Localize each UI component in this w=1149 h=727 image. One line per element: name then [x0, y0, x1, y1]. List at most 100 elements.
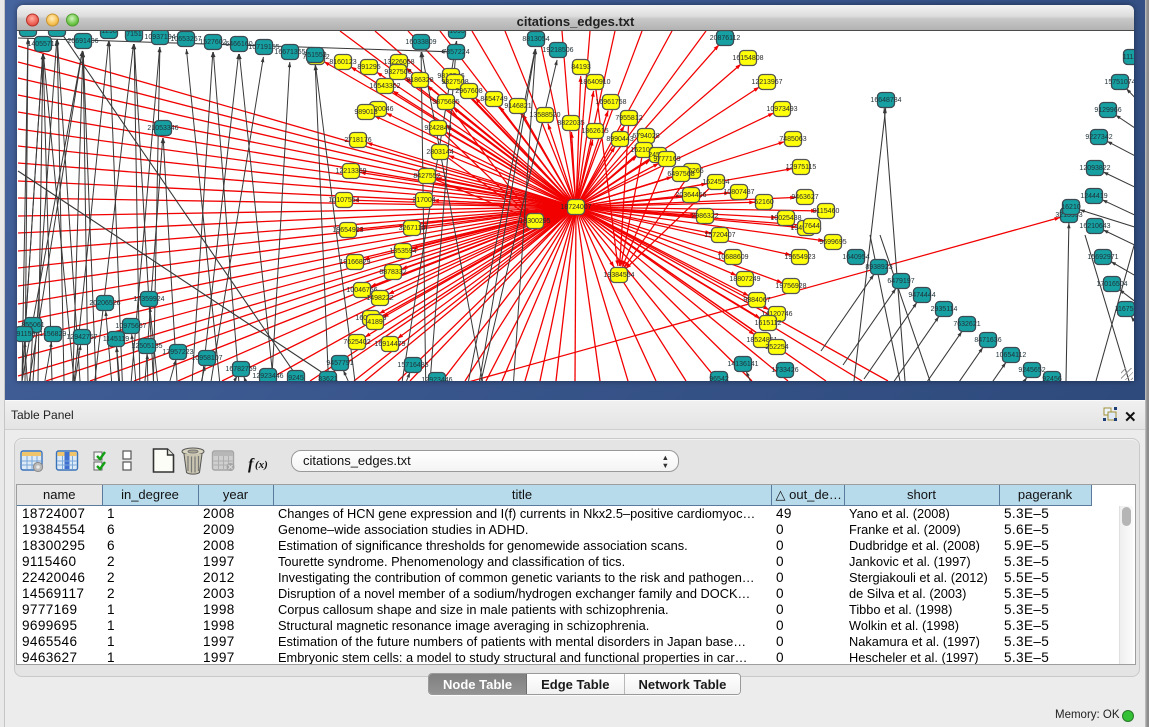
svg-text:8990443: 8990443: [606, 136, 633, 143]
svg-text:9227342: 9227342: [1085, 134, 1112, 141]
svg-text:20206526: 20206526: [89, 300, 120, 307]
svg-text:16543362: 16543362: [369, 83, 400, 90]
svg-text:7485063: 7485063: [779, 136, 806, 143]
svg-text:16961758: 16961758: [595, 99, 626, 106]
svg-text:1527602: 1527602: [199, 39, 226, 46]
svg-text:12975115: 12975115: [786, 164, 817, 171]
svg-text:9245: 9245: [288, 375, 304, 381]
svg-text:8427552: 8427552: [413, 173, 440, 180]
svg-text:1093: 1093: [449, 31, 465, 35]
svg-text:12093822: 12093822: [1079, 165, 1110, 172]
svg-text:62160: 62160: [754, 199, 774, 206]
svg-text:10958107: 10958107: [191, 355, 222, 362]
svg-text:6794028: 6794028: [632, 133, 659, 140]
svg-text:1498222: 1498222: [366, 295, 393, 302]
svg-text:8822035: 8822035: [557, 120, 584, 127]
svg-text:20364456: 20364456: [675, 192, 706, 199]
svg-text:2967608: 2967608: [455, 88, 482, 95]
svg-text:12942757: 12942757: [66, 334, 97, 341]
svg-text:2935114: 2935114: [931, 306, 958, 313]
svg-text:19218506: 19218506: [542, 47, 573, 54]
svg-text:9115460: 9115460: [813, 208, 840, 215]
svg-text:391159: 391159: [17, 331, 36, 338]
svg-text:20876112: 20876112: [710, 35, 741, 42]
svg-text:7644: 7644: [804, 223, 820, 230]
svg-text:9463627: 9463627: [791, 194, 818, 201]
svg-text:6497568: 6497568: [667, 171, 694, 178]
svg-text:18640910: 18640910: [579, 79, 610, 86]
svg-text:12213967: 12213967: [751, 79, 782, 86]
svg-text:1624554: 1624554: [702, 179, 729, 186]
svg-text:9146821: 9146821: [504, 103, 531, 110]
svg-text:17957223: 17957223: [162, 349, 193, 356]
svg-text:16648784: 16648784: [870, 97, 901, 104]
svg-text:19384554: 19384554: [603, 272, 634, 279]
svg-text:1244419: 1244419: [1080, 193, 1107, 200]
svg-text:7151: 7151: [126, 31, 142, 38]
svg-text:19756928: 19756928: [775, 283, 806, 290]
svg-text:f: f: [248, 456, 255, 473]
svg-text:96542: 96542: [709, 376, 729, 381]
svg-text:891295: 891295: [357, 64, 380, 71]
svg-text:18807249: 18807249: [729, 276, 760, 283]
svg-text:17359924: 17359924: [133, 296, 164, 303]
svg-text:7632621: 7632621: [953, 321, 980, 328]
svg-text:18724007: 18724007: [560, 204, 591, 211]
svg-text:217004: 217004: [412, 197, 435, 204]
svg-text:1353594: 1353594: [389, 248, 416, 255]
svg-text:17016504: 17016504: [1096, 281, 1127, 288]
svg-text:2718176: 2718176: [344, 137, 371, 144]
svg-text:10654112: 10654112: [996, 352, 1027, 359]
svg-text:1362615: 1362615: [581, 128, 608, 135]
svg-text:16914479: 16914479: [374, 341, 405, 348]
svg-text:12923446: 12923446: [252, 373, 283, 380]
svg-text:14055712: 14055712: [27, 41, 58, 48]
svg-text:20691406: 20691406: [67, 38, 98, 45]
svg-text:10653267: 10653267: [170, 36, 201, 43]
svg-text:1258: 1258: [49, 31, 65, 33]
svg-text:3875685: 3875685: [432, 99, 459, 106]
svg-text:8471636: 8471636: [974, 337, 1001, 344]
svg-text:83621: 83621: [318, 376, 338, 381]
svg-text:9457791: 9457791: [326, 360, 353, 367]
svg-text:92456: 92456: [1042, 376, 1062, 381]
svg-text:7625402: 7625402: [343, 339, 370, 346]
svg-text:9245652: 9245652: [1018, 367, 1045, 374]
svg-text:1640954: 1640954: [842, 254, 869, 261]
svg-text:16033809: 16033809: [405, 39, 436, 46]
svg-text:8160123: 8160123: [329, 59, 356, 66]
svg-text:84193: 84193: [571, 64, 591, 71]
svg-text:10975667: 10975667: [115, 323, 146, 330]
svg-text:1156829: 1156829: [40, 331, 67, 338]
svg-text:15716485: 15716485: [397, 362, 428, 369]
svg-text:21053346: 21053346: [147, 125, 178, 132]
svg-text:1733426: 1733426: [771, 367, 798, 374]
svg-text:10025438: 10025438: [770, 215, 801, 222]
svg-text:1860477: 1860477: [17, 31, 42, 33]
svg-text:12505135: 12505135: [131, 343, 162, 350]
svg-text:16782759: 16782759: [225, 366, 256, 373]
svg-text:16154808: 16154808: [732, 55, 763, 62]
svg-text:12923446: 12923446: [421, 377, 452, 381]
svg-text:9884067: 9884067: [743, 297, 770, 304]
svg-text:1145119: 1145119: [103, 336, 129, 343]
svg-text:7357224: 7357224: [442, 49, 469, 56]
svg-text:8813054: 8813054: [522, 36, 549, 43]
svg-text:19654923: 19654923: [332, 227, 363, 234]
svg-text:(x): (x): [255, 459, 268, 471]
svg-text:1615112: 1615112: [755, 320, 782, 327]
svg-text:4189: 4189: [367, 319, 383, 326]
svg-text:8938923: 8938923: [865, 264, 892, 271]
svg-text:11125: 11125: [1123, 54, 1134, 61]
svg-text:15692971: 15692971: [1087, 254, 1118, 261]
svg-text:8878332: 8878332: [379, 269, 406, 276]
svg-text:989013: 989013: [354, 109, 377, 116]
svg-text:12213369: 12213369: [335, 168, 366, 175]
svg-text:9327506: 9327506: [384, 69, 411, 76]
svg-text:18300295: 18300295: [519, 218, 550, 225]
svg-text:14136141: 14136141: [727, 361, 758, 368]
svg-text:13588520: 13588520: [529, 112, 560, 119]
svg-text:3267110: 3267110: [399, 225, 426, 232]
svg-text:1298: 1298: [101, 31, 117, 35]
svg-text:8186328: 8186328: [406, 77, 433, 84]
